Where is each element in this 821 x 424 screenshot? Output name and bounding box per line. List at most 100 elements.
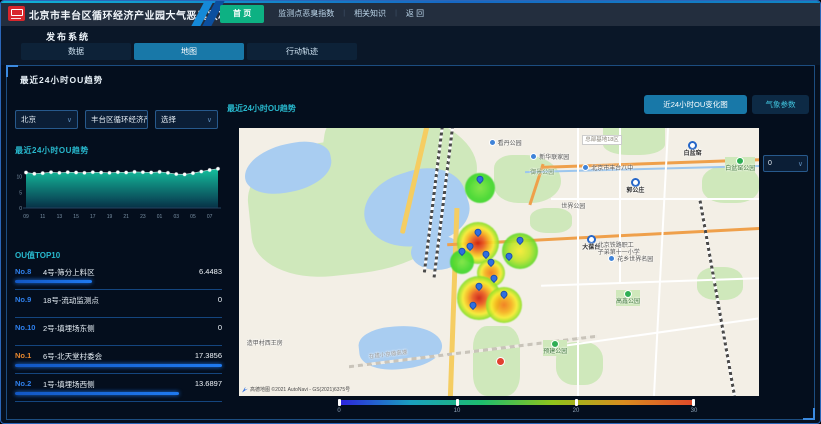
tab-track[interactable]: 行动轨迹 bbox=[247, 43, 357, 60]
main-panel: 最近24小时OU趋势 北京 ∨ 丰台区循环经济产 ∨ 选择 ∨ 最近24小时OU… bbox=[6, 65, 815, 420]
ranking-progress-bar bbox=[15, 392, 179, 395]
ranking-value: 0 bbox=[218, 323, 222, 332]
tab-data[interactable]: 数据 bbox=[21, 43, 131, 60]
publish-section: 发布系统 数据 地图 行动轨迹 bbox=[1, 26, 820, 65]
svg-text:01: 01 bbox=[157, 214, 163, 220]
svg-text:10: 10 bbox=[16, 175, 22, 181]
map-layer-select[interactable]: 0 ∨ bbox=[763, 155, 808, 172]
map-water-area bbox=[357, 322, 444, 373]
ranking-rank-label: No.8 bbox=[15, 267, 31, 276]
legend-marker bbox=[338, 399, 341, 406]
chevron-down-icon: ∨ bbox=[798, 160, 803, 168]
ranking-row: No.8 4号-筛分上料区 6.4483 bbox=[15, 262, 222, 290]
autonavi-logo-icon bbox=[242, 387, 248, 393]
view-tabs: 数据 地图 行动轨迹 bbox=[21, 43, 357, 60]
ranking-rank-label: No.1 bbox=[15, 351, 31, 360]
legend-marker bbox=[575, 399, 578, 406]
nav-back[interactable]: 返 回 bbox=[397, 5, 433, 23]
map[interactable]: 看丹公园新华联家园御景公园世界公园 总部基地18区白盆窑郭公庄 北京市丰台八中 白盆窑… bbox=[239, 128, 759, 396]
ranking-row: No.1 6号-北天堂村委会 17.3856 bbox=[15, 346, 222, 374]
map-label: 世界公园 bbox=[561, 204, 585, 211]
chevron-down-icon: ∨ bbox=[207, 116, 212, 124]
ranking-site-name: 4号-筛分上料区 bbox=[43, 267, 95, 278]
map-park-area bbox=[530, 208, 572, 232]
svg-text:5: 5 bbox=[19, 190, 22, 196]
map-label: 新华联家园 bbox=[530, 153, 569, 162]
city-select[interactable]: 北京 ∨ bbox=[15, 110, 78, 129]
map-label: 白盆窑公园 bbox=[725, 157, 755, 173]
trend-chart-title: 最近24小时OU趋势 bbox=[15, 145, 89, 156]
map-label: 御景公园 bbox=[530, 170, 554, 177]
svg-text:0: 0 bbox=[19, 206, 22, 212]
ranking-row: No.10 2号-填埋场东侧 0 bbox=[15, 318, 222, 346]
svg-text:09: 09 bbox=[23, 214, 29, 220]
logo-icon bbox=[8, 6, 25, 21]
map-section-title: 最近24小时OU趋势 bbox=[227, 103, 296, 114]
svg-text:23: 23 bbox=[140, 214, 146, 220]
map-label: 白盆窑 bbox=[684, 141, 702, 158]
ranking-value: 6.4483 bbox=[199, 267, 222, 276]
map-park-area bbox=[697, 267, 744, 299]
ou-change-chart-button[interactable]: 近24小时OU变化图 bbox=[644, 95, 747, 114]
tab-map[interactable]: 地图 bbox=[134, 43, 244, 60]
map-label: 花乡世界名园 bbox=[608, 255, 653, 264]
ou-ranking-list: No.84号-筛分上料区6.4483No.918号-流动监测点0No.102号-… bbox=[15, 262, 222, 402]
legend-tick: 20 bbox=[573, 408, 580, 414]
map-label: 看丹公园 bbox=[489, 139, 522, 148]
park-select[interactable]: 丰台区循环经济产 ∨ bbox=[85, 110, 148, 129]
map-label: 高鑫公园 bbox=[616, 290, 640, 306]
point-select-value: 选择 bbox=[161, 114, 176, 125]
map-road-white bbox=[551, 198, 759, 200]
ranking-value: 17.3856 bbox=[195, 351, 222, 360]
ranking-row: No.2 1号-填埋场西侧 13.6897 bbox=[15, 374, 222, 402]
svg-text:05: 05 bbox=[190, 214, 196, 220]
map-label: 造甲村西王房 bbox=[247, 341, 283, 348]
top-nav: 首 页 监测点恶臭指数 | 相关知识 | 返 回 bbox=[215, 1, 433, 26]
map-copyright-text: 高德地图 ©2021 AutoNavi - GS(2021)6375号 bbox=[250, 386, 350, 393]
legend-marker bbox=[692, 399, 695, 406]
nav-knowledge[interactable]: 相关知识 bbox=[345, 5, 395, 23]
ou-trend-chart: 0510091113151719212301030507 bbox=[11, 156, 224, 234]
ranking-site-name: 1号-填埋场西侧 bbox=[43, 379, 95, 390]
legend-tick: 30 bbox=[691, 408, 698, 414]
ranking-rank-label: No.9 bbox=[15, 295, 31, 304]
nav-home[interactable]: 首 页 bbox=[220, 5, 264, 23]
svg-text:03: 03 bbox=[173, 214, 179, 220]
svg-text:07: 07 bbox=[207, 214, 213, 220]
panel-title: 最近24小时OU趋势 bbox=[20, 74, 103, 86]
heatmap-legend: 0 10 20 30 bbox=[339, 400, 695, 416]
heatmap-legend-gradient bbox=[339, 400, 695, 405]
legend-tick: 0 bbox=[337, 408, 340, 414]
ranking-site-name: 6号-北天堂村委会 bbox=[43, 351, 102, 362]
ranking-site-name: 18号-流动监测点 bbox=[43, 295, 99, 306]
map-label: 北京市丰台八中 bbox=[582, 164, 633, 173]
ranking-progress-bar bbox=[15, 280, 92, 283]
ranking-progress-bar bbox=[15, 364, 222, 367]
svg-text:15: 15 bbox=[73, 214, 79, 220]
ranking-title: OU值TOP10 bbox=[15, 250, 60, 261]
ranking-value: 0 bbox=[218, 295, 222, 304]
map-label: 总部基地18区 bbox=[582, 135, 622, 145]
ranking-rank-label: No.10 bbox=[15, 323, 35, 332]
nav-odor-index[interactable]: 监测点恶臭指数 bbox=[269, 5, 343, 23]
publish-system-label: 发布系统 bbox=[46, 30, 90, 43]
map-layer-select-value: 0 bbox=[768, 160, 772, 167]
svg-text:21: 21 bbox=[123, 214, 129, 220]
filter-selects: 北京 ∨ 丰台区循环经济产 ∨ 选择 ∨ bbox=[15, 110, 218, 129]
map-copyright: 高德地图 ©2021 AutoNavi - GS(2021)6375号 bbox=[242, 386, 350, 393]
map-label: 郭公庄 bbox=[626, 178, 644, 195]
ranking-value: 13.6897 bbox=[195, 379, 222, 388]
ranking-rank-label: No.2 bbox=[15, 379, 31, 388]
park-select-value: 丰台区循环经济产 bbox=[91, 114, 148, 125]
map-poi-icon bbox=[496, 357, 505, 366]
point-select[interactable]: 选择 ∨ bbox=[155, 110, 218, 129]
ranking-site-name: 2号-填埋场东侧 bbox=[43, 323, 95, 334]
weather-params-button[interactable]: 气象参数 bbox=[752, 95, 809, 114]
map-road-white bbox=[577, 128, 579, 396]
svg-text:11: 11 bbox=[40, 214, 45, 220]
ranking-row: No.9 18号-流动监测点 0 bbox=[15, 290, 222, 318]
legend-marker bbox=[456, 399, 459, 406]
svg-text:19: 19 bbox=[107, 214, 113, 220]
city-select-value: 北京 bbox=[21, 114, 36, 125]
svg-text:13: 13 bbox=[57, 214, 63, 220]
